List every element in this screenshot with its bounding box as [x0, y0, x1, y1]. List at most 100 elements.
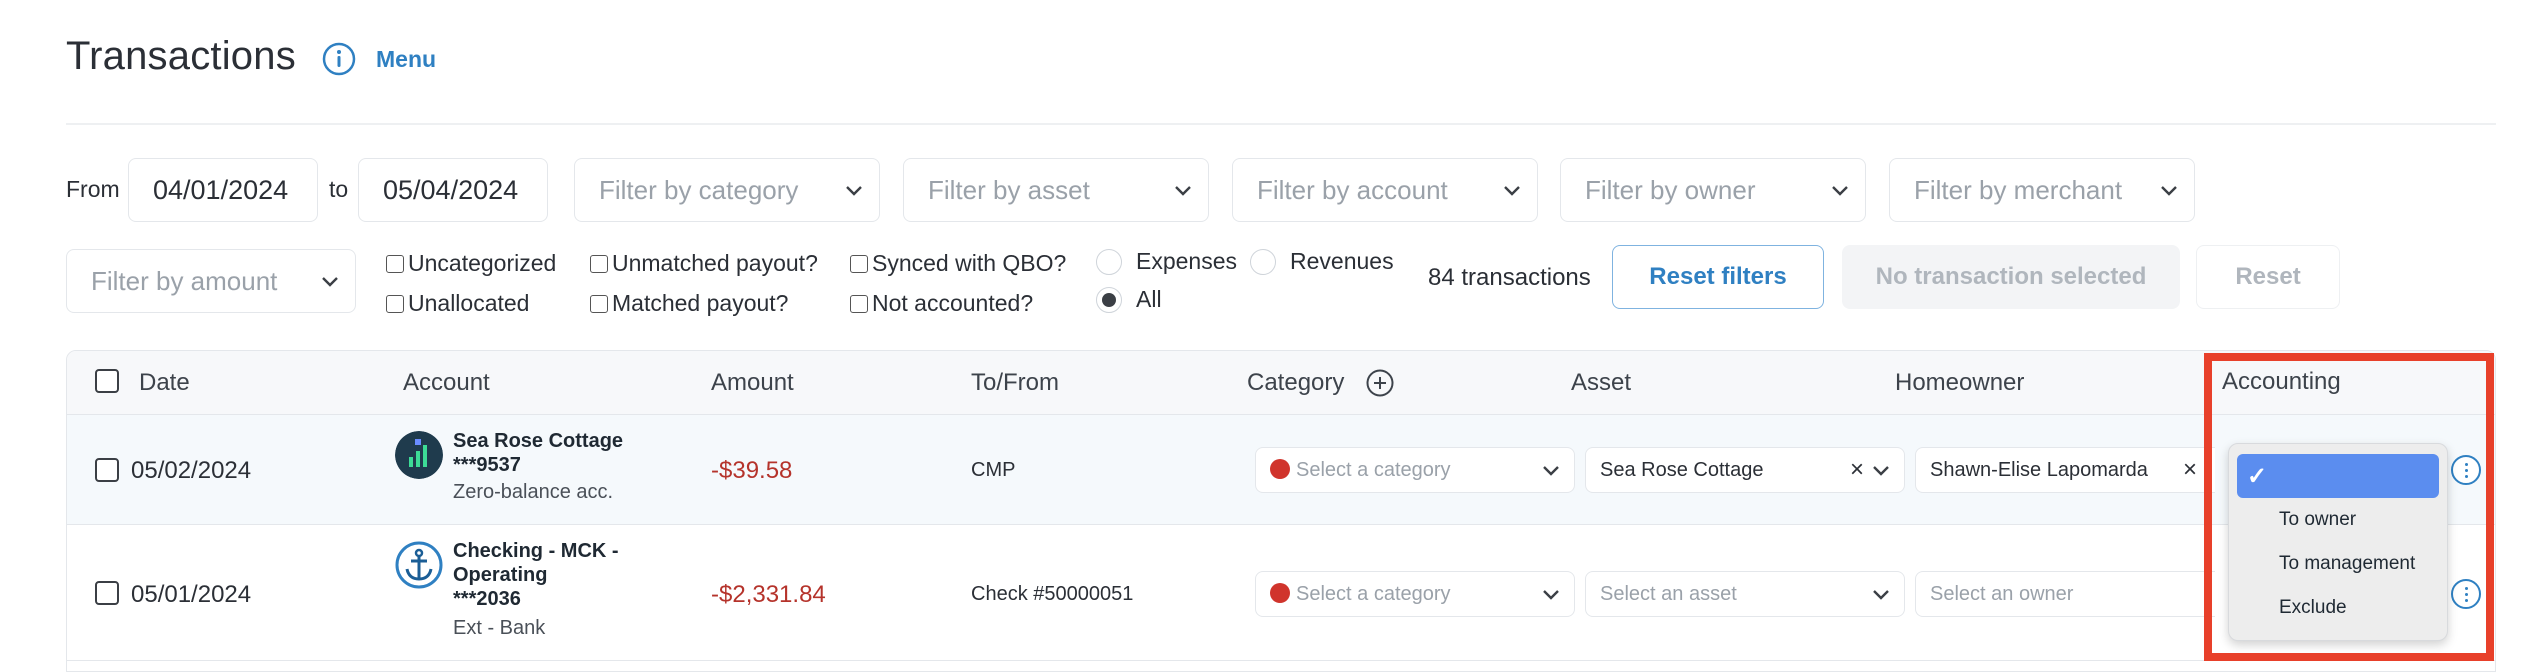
row-actions-icon[interactable] [2451, 455, 2481, 485]
unmatched-payout-label: Unmatched payout? [612, 250, 818, 276]
row-actions-icon[interactable] [2451, 579, 2481, 609]
uncategorized-label: Uncategorized [408, 250, 557, 276]
amount-filter[interactable]: Filter by amount [66, 249, 356, 313]
account-filter[interactable]: Filter by account [1232, 158, 1538, 222]
account-name: Checking - MCK - [453, 540, 619, 562]
account-name: Sea Rose Cottage [453, 430, 624, 452]
asset-placeholder: Select an asset [1600, 582, 1737, 605]
add-category-icon[interactable] [1365, 368, 1395, 398]
radio-expenses[interactable]: Expenses [1096, 248, 1237, 275]
category-filter-placeholder: Filter by category [599, 174, 799, 205]
warning-dot-icon [1270, 582, 1290, 603]
column-header-asset[interactable]: Asset [1571, 369, 1631, 397]
row-amount: -$2,331.84 [711, 581, 826, 608]
row-to-from: Check #50000051 [971, 583, 1134, 605]
from-date-input[interactable]: 04/01/2024 [128, 158, 318, 222]
chevron-down-icon [846, 186, 862, 196]
account-info: Sea Rose Cottage ***9537 Zero-balance ac… [453, 429, 623, 504]
row-checkbox[interactable] [95, 458, 119, 482]
no-transaction-selected-button[interactable]: No transaction selected [1842, 245, 2180, 309]
row-amount: -$39.58 [711, 457, 793, 484]
transaction-count: 84 transactions [1428, 264, 1591, 291]
account-filter-placeholder: Filter by account [1257, 174, 1448, 205]
merchant-filter-placeholder: Filter by merchant [1914, 174, 2123, 205]
checkbox[interactable] [386, 254, 404, 273]
column-header-category[interactable]: Category [1247, 369, 1344, 397]
all-label: All [1136, 286, 1162, 312]
chevron-down-icon [322, 277, 338, 287]
checkbox[interactable] [850, 294, 868, 313]
checkbox[interactable] [590, 254, 608, 273]
accounting-option-to-owner[interactable]: To owner [2229, 498, 2447, 542]
checkbox[interactable] [850, 254, 868, 273]
accounting-option-to-management[interactable]: To management [2229, 542, 2447, 586]
accounting-dropdown[interactable]: ✓ To owner To management Exclude [2228, 443, 2448, 641]
radio-all[interactable]: All [1096, 286, 1162, 313]
clear-icon[interactable]: × [1850, 456, 1864, 484]
category-placeholder: Select a category [1296, 582, 1451, 605]
matched-payout-label: Matched payout? [612, 290, 789, 316]
table-row[interactable]: 05/01/2024 Checking - MCK - Operating **… [67, 525, 2495, 661]
radio-revenues[interactable]: Revenues [1250, 248, 1394, 275]
synced-qbo-filter[interactable]: Synced with QBO? [850, 250, 1066, 277]
reset-button[interactable]: Reset [2196, 245, 2340, 309]
uncategorized-filter[interactable]: Uncategorized [386, 250, 556, 277]
owner-filter[interactable]: Filter by owner [1560, 158, 1866, 222]
radio-button[interactable] [1250, 248, 1276, 275]
column-header-homeowner[interactable]: Homeowner [1895, 369, 2024, 397]
owner-select[interactable]: Shawn-Elise Lapomarda × [1915, 447, 2215, 493]
not-accounted-filter[interactable]: Not accounted? [850, 290, 1033, 317]
table-header: Date Account Amount To/From Category Ass… [67, 351, 2495, 415]
merchant-filter[interactable]: Filter by merchant [1889, 158, 2195, 222]
info-icon[interactable] [322, 42, 356, 76]
checkbox[interactable] [590, 294, 608, 313]
column-header-accounting[interactable]: Accounting [2222, 368, 2341, 396]
accounting-option-exclude[interactable]: Exclude [2229, 586, 2447, 630]
owner-select[interactable]: Select an owner [1915, 571, 2215, 617]
from-label: From [66, 176, 120, 202]
radio-button-selected[interactable] [1096, 286, 1122, 313]
asset-select[interactable]: Select an asset [1585, 571, 1905, 617]
column-header-to-from[interactable]: To/From [971, 369, 1059, 397]
category-placeholder: Select a category [1296, 458, 1451, 481]
chevron-down-icon [1543, 590, 1559, 600]
row-to-from: CMP [971, 459, 1016, 481]
column-header-amount[interactable]: Amount [711, 369, 794, 397]
row-date: 05/02/2024 [131, 457, 252, 484]
asset-filter[interactable]: Filter by asset [903, 158, 1209, 222]
menu-link[interactable]: Menu [376, 46, 436, 73]
not-accounted-label: Not accounted? [872, 290, 1034, 316]
synced-qbo-label: Synced with QBO? [872, 250, 1067, 276]
chevron-down-icon [1504, 186, 1520, 196]
to-date-input[interactable]: 05/04/2024 [358, 158, 548, 222]
warning-dot-icon [1270, 458, 1290, 479]
chevron-down-icon [1175, 186, 1191, 196]
accounting-option-selected[interactable]: ✓ [2237, 454, 2439, 498]
column-header-date[interactable]: Date [139, 369, 190, 397]
radio-button[interactable] [1096, 248, 1122, 275]
to-label: to [329, 176, 349, 202]
clear-icon[interactable]: × [2183, 456, 2197, 484]
asset-value: Sea Rose Cottage [1600, 458, 1764, 481]
category-select[interactable]: Select a category [1255, 571, 1575, 617]
asset-select[interactable]: Sea Rose Cottage × [1585, 447, 1905, 493]
matched-payout-filter[interactable]: Matched payout? [590, 290, 788, 317]
select-all-checkbox[interactable] [95, 369, 119, 393]
account-type: Ext - Bank [453, 617, 546, 639]
column-header-account[interactable]: Account [403, 369, 490, 397]
expenses-label: Expenses [1136, 248, 1238, 274]
reset-filters-button[interactable]: Reset filters [1612, 245, 1824, 309]
revenues-label: Revenues [1290, 248, 1394, 274]
category-select[interactable]: Select a category [1255, 447, 1575, 493]
unmatched-payout-filter[interactable]: Unmatched payout? [590, 250, 818, 277]
account-logo-icon [395, 431, 443, 479]
transactions-table: Date Account Amount To/From Category Ass… [66, 350, 2496, 672]
category-filter[interactable]: Filter by category [574, 158, 880, 222]
checkbox[interactable] [386, 294, 404, 313]
table-row[interactable]: 05/02/2024 Sea Rose Cottage ***9537 Zero… [67, 415, 2495, 525]
owner-placeholder: Select an owner [1930, 582, 2074, 605]
chevron-down-icon [2161, 186, 2177, 196]
unallocated-filter[interactable]: Unallocated [386, 290, 529, 317]
row-checkbox[interactable] [95, 581, 119, 605]
asset-filter-placeholder: Filter by asset [928, 174, 1090, 205]
